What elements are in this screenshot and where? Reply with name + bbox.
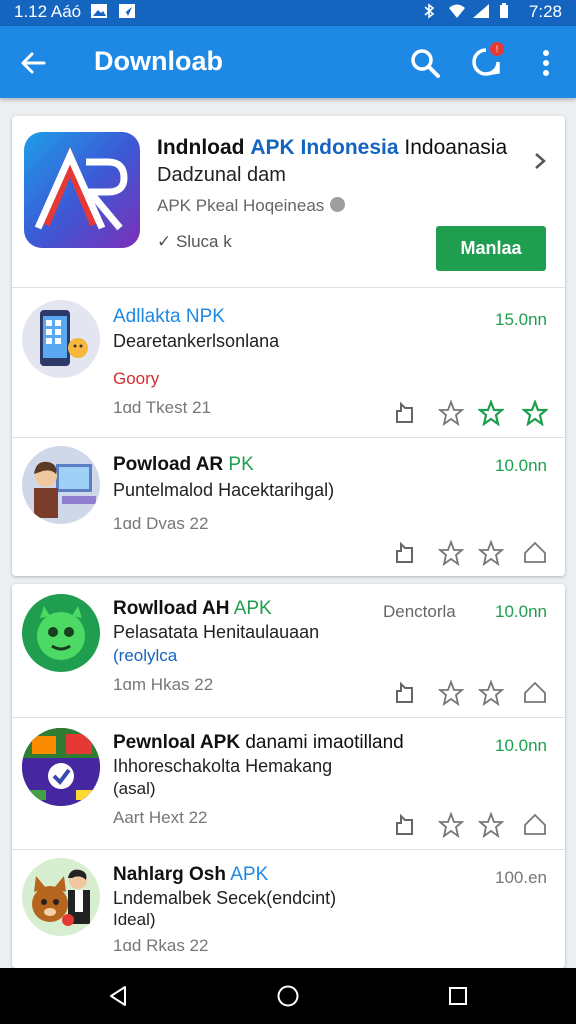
star-outline-icon[interactable] (438, 812, 464, 838)
list-item-date: 1ɑm Hkas 22 (113, 675, 214, 694)
list-item-desc: Lndemalbek Secek(endcint) (113, 888, 337, 908)
recents-square-icon[interactable] (446, 984, 470, 1008)
notification-button[interactable]: ! (468, 42, 504, 80)
list-item-size: 10.0nn (495, 456, 547, 475)
bookmark-icon[interactable] (522, 680, 548, 706)
app-avatar-dog (22, 858, 100, 936)
page-title: Downloab (94, 46, 223, 76)
list-item[interactable]: Rowlload AH APK Denctorla Pelasatata Hen… (12, 584, 565, 718)
app-bar: Downloab ! (0, 26, 576, 98)
featured-title-part3: Indoanasia (404, 136, 508, 159)
list-item-actions (392, 400, 552, 426)
list-item-tag: Ideal) (113, 910, 156, 929)
list-item[interactable]: Adllakta NPK Dearetankerlsonlana Goory 1… (12, 288, 565, 438)
list-item-title-bold: Nahlarg Osh (113, 864, 226, 885)
list-item-date: 1ɑd Dvas 22 (113, 514, 209, 533)
status-time-left: 1.12 Aáó (14, 2, 82, 21)
star-outline-icon[interactable] (438, 680, 464, 706)
share-icon[interactable] (392, 400, 418, 426)
list-item-tag: (reolylca (113, 646, 178, 665)
image-icon (91, 4, 107, 18)
featured-title: Indnload APK Indonesia Indoanasia (157, 136, 507, 160)
list-item-title-blue: APK (230, 864, 269, 885)
app-list-card-2: Rowlload AH APK Denctorla Pelasatata Hen… (12, 584, 565, 968)
featured-subtitle: Dadzunal dam (157, 164, 286, 186)
list-item-size: 100.en (495, 868, 547, 887)
star-outline-icon[interactable] (438, 540, 464, 566)
list-item-date: Aart Hext 22 (113, 808, 208, 827)
app-avatar-game (22, 728, 100, 806)
list-item-title: Nahlarg Osh APK (113, 864, 268, 886)
list-item[interactable]: Pewnloal APK danami imaotilland Ihhoresc… (12, 718, 565, 850)
list-item-desc: Ihhoreschakolta Hemakang (113, 756, 333, 776)
chevron-right-icon[interactable] (530, 150, 550, 172)
featured-developer: APK Pkeal Hoqeineas (157, 196, 346, 216)
app-avatar-person (22, 446, 100, 524)
list-item-actions (392, 680, 552, 706)
list-item-title-bold: Rowlload AH (113, 598, 230, 619)
back-triangle-icon[interactable] (106, 984, 130, 1008)
star-green-icon[interactable] (522, 400, 548, 426)
bluetooth-icon (424, 3, 435, 19)
star-green-icon[interactable] (478, 400, 504, 426)
featured-app[interactable]: Indnload APK Indonesia Indoanasia Dadzun… (12, 116, 565, 288)
verified-icon (330, 197, 346, 212)
list-item-title: Pewnloal APK danami imaotilland (113, 732, 404, 754)
list-item-tag: Goory (113, 369, 160, 388)
list-item-desc: Dearetankerlsonlana (113, 331, 280, 351)
more-vert-icon[interactable] (534, 48, 558, 78)
app-logo (24, 132, 140, 248)
list-item-title-green: APK (233, 598, 272, 619)
star-outline-icon[interactable] (478, 680, 504, 706)
share-icon[interactable] (392, 680, 418, 706)
status-bar: 1.12 Aáó 7:28 (0, 0, 576, 26)
battery-icon (500, 3, 508, 18)
developer-name: APK Pkeal Hoqeineas (157, 196, 325, 215)
list-item-title-blue: Adllakta NPK (113, 306, 225, 327)
app-list-card-1: Indnload APK Indonesia Indoanasia Dadzun… (12, 116, 565, 576)
app-avatar-phone (22, 300, 100, 378)
wifi-icon (449, 4, 465, 18)
featured-title-part2: APK Indonesia (250, 136, 399, 159)
share-icon[interactable] (392, 540, 418, 566)
list-item[interactable]: Nahlarg Osh APK Lndemalbek Secek(endcint… (12, 850, 565, 968)
list-item-size: 10.0nn (495, 736, 547, 755)
list-item-size: 10.0nn (495, 602, 547, 621)
home-circle-icon[interactable] (276, 984, 300, 1008)
send-icon (119, 4, 135, 18)
bookmark-icon[interactable] (522, 540, 548, 566)
list-item-size: 15.0nn (495, 310, 547, 329)
list-item[interactable]: Powload AR PK Puntelmalod Hacektarihgal)… (12, 438, 565, 576)
star-outline-icon[interactable] (478, 812, 504, 838)
list-item-title: Powload AR PK (113, 454, 254, 476)
status-time-right: 7:28 (528, 2, 562, 21)
list-item-category: Denctorla (383, 602, 456, 621)
notification-badge: ! (490, 42, 504, 56)
star-outline-icon[interactable] (438, 400, 464, 426)
list-item-title: Rowlload AH APK (113, 598, 272, 620)
list-item-date: 1ɑd Rkas 22 (113, 936, 209, 955)
featured-title-part1: Indnload (157, 136, 245, 159)
signal-icon (473, 4, 489, 18)
list-item-desc: Puntelmalod Hacektarihgal) (113, 480, 335, 500)
back-arrow-icon[interactable] (18, 48, 48, 78)
system-nav-bar (0, 968, 576, 1024)
bookmark-icon[interactable] (522, 812, 548, 838)
list-item-title-green: PK (228, 454, 254, 475)
list-item-actions (392, 540, 552, 566)
list-item-date: 1ɑd Tkest 21 (113, 398, 211, 417)
app-avatar-monster (22, 594, 100, 672)
list-item-desc: Pelasatata Henitaulauaan (113, 622, 320, 642)
list-item-tag: (asal) (113, 779, 156, 798)
list-item-title-rest: danami imaotilland (245, 732, 404, 753)
install-button[interactable]: Manlaa (436, 226, 546, 271)
list-item-actions (392, 812, 552, 838)
share-icon[interactable] (392, 812, 418, 838)
search-icon[interactable] (408, 46, 442, 80)
featured-status: ✓ Sluca k (157, 232, 232, 251)
star-outline-icon[interactable] (478, 540, 504, 566)
list-item-title-bold: Pewnloal APK (113, 732, 241, 753)
list-item-title: Adllakta NPK (113, 306, 225, 328)
list-item-title-bold: Powload AR (113, 454, 224, 475)
